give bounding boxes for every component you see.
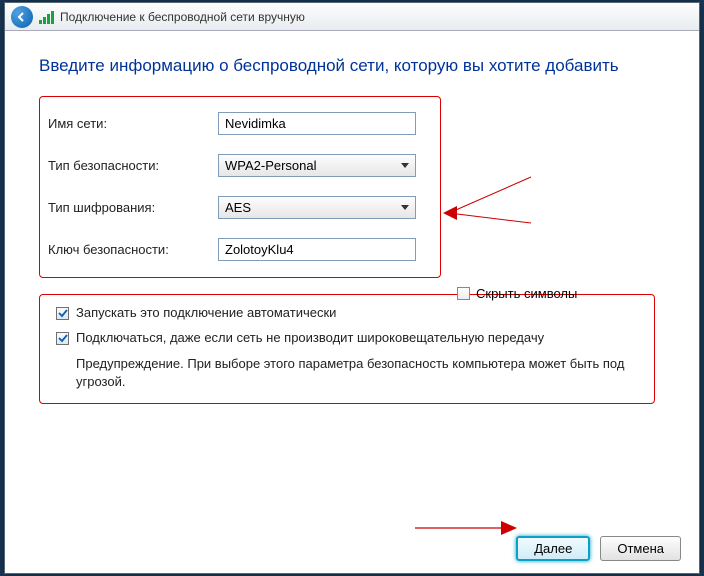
form-highlight-box: Имя сети: Тип безопасности: WPA2-Persona… [39, 96, 441, 278]
network-name-input[interactable] [218, 112, 416, 135]
wizard-window: Подключение к беспроводной сети вручную … [4, 2, 700, 574]
hide-chars-row: Скрыть символы [457, 286, 577, 301]
titlebar: Подключение к беспроводной сети вручную [5, 3, 699, 31]
content-area: Введите информацию о беспроводной сети, … [5, 31, 699, 414]
back-arrow-icon [16, 11, 28, 23]
encryption-type-label: Тип шифрования: [48, 200, 218, 215]
encryption-type-select[interactable]: AES [218, 196, 416, 219]
security-type-value: WPA2-Personal [225, 158, 317, 173]
security-type-label: Тип безопасности: [48, 158, 218, 173]
chevron-down-icon [401, 205, 409, 210]
auto-connect-checkbox[interactable] [56, 307, 69, 320]
chevron-down-icon [401, 163, 409, 168]
checkmark-icon [58, 333, 68, 343]
broadcast-label: Подключаться, даже если сеть не производ… [76, 330, 544, 345]
security-key-label: Ключ безопасности: [48, 242, 218, 257]
broadcast-checkbox[interactable] [56, 332, 69, 345]
page-heading: Введите информацию о беспроводной сети, … [39, 55, 665, 78]
window-title: Подключение к беспроводной сети вручную [60, 10, 305, 24]
auto-connect-label: Запускать это подключение автоматически [76, 305, 336, 320]
security-type-select[interactable]: WPA2-Personal [218, 154, 416, 177]
security-key-input[interactable] [218, 238, 416, 261]
cancel-button[interactable]: Отмена [600, 536, 681, 561]
wifi-icon [39, 10, 54, 24]
hide-chars-checkbox[interactable] [457, 287, 470, 300]
back-button[interactable] [11, 6, 33, 28]
options-highlight-box: Запускать это подключение автоматически … [39, 294, 655, 404]
encryption-type-value: AES [225, 200, 251, 215]
hide-chars-label: Скрыть символы [476, 286, 577, 301]
next-button[interactable]: Далее [516, 536, 590, 561]
checkmark-icon [58, 308, 68, 318]
warning-text: Предупреждение. При выборе этого парамет… [76, 355, 638, 391]
network-name-label: Имя сети: [48, 116, 218, 131]
footer-buttons: Далее Отмена [516, 536, 681, 561]
annotation-arrow-icon [413, 508, 518, 548]
